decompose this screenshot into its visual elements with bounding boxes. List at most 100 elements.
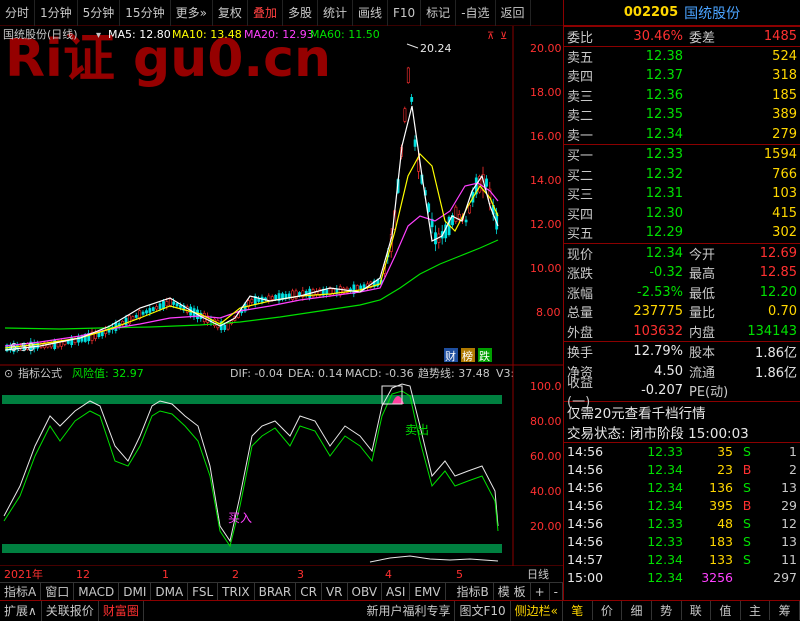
nav-zhu[interactable]: 主 xyxy=(741,601,771,620)
tab-emv[interactable]: EMV xyxy=(410,582,446,601)
candle-body xyxy=(413,139,417,147)
candle-body xyxy=(134,315,138,318)
nav-bi[interactable]: 笔 xyxy=(563,601,593,620)
y-tick: 20.00 xyxy=(530,42,562,55)
badge-die[interactable]: 跌 xyxy=(479,349,490,363)
tab-dma[interactable]: DMA xyxy=(151,582,189,601)
tab-dmi[interactable]: DMI xyxy=(119,582,152,601)
fuquan-button[interactable]: 复权 xyxy=(213,0,248,26)
nav-lian[interactable]: 联 xyxy=(682,601,712,620)
tab-brar[interactable]: BRAR xyxy=(255,582,297,601)
ask-row[interactable]: 卖四 12.37 318 xyxy=(564,66,800,86)
nav-chou[interactable]: 筹 xyxy=(770,601,800,620)
ma5-label: MA5: 12.80 xyxy=(108,28,171,41)
chevron-down-icon[interactable]: ⊻ xyxy=(500,31,507,42)
watchlist-button[interactable]: -自选 xyxy=(456,0,496,26)
bid-row[interactable]: 买二 12.32 766 xyxy=(564,165,800,185)
tab-fsl[interactable]: FSL xyxy=(188,582,219,601)
candle-body xyxy=(175,303,179,307)
zoom-out-button[interactable]: - xyxy=(550,582,563,601)
zoom-in-button[interactable]: + xyxy=(531,582,550,601)
nav-jia[interactable]: 价 xyxy=(593,601,623,620)
stock-name[interactable]: 国统股份 xyxy=(684,3,740,23)
related-quotes-button[interactable]: 关联报价 xyxy=(42,600,99,621)
ask-row[interactable]: 卖三 12.36 185 xyxy=(564,86,800,106)
bid-row[interactable]: 买三 12.31 103 xyxy=(564,184,800,204)
nav-zhi[interactable]: 值 xyxy=(711,601,741,620)
candle-body xyxy=(274,294,278,301)
candle-body xyxy=(284,294,288,299)
stats-button[interactable]: 统计 xyxy=(318,0,353,26)
badge-cai[interactable]: 财 xyxy=(445,349,456,363)
more-button[interactable]: 更多» xyxy=(171,0,213,26)
mark-button[interactable]: 标记 xyxy=(421,0,457,26)
indicator-chart[interactable]: ⊙ 指标公式 风险值: 32.97 DIF: -0.04 DEA: 0.14 M… xyxy=(0,366,563,566)
macd-value: MACD: -0.36 xyxy=(345,367,414,380)
overlay-button[interactable]: 叠加 xyxy=(248,0,283,26)
dif-value: DIF: -0.04 xyxy=(230,367,283,380)
draw-line-button[interactable]: 画线 xyxy=(353,0,388,26)
stat-row: 涨幅 -2.53% 最低 12.20 xyxy=(567,284,797,302)
y-tick: 60.00 xyxy=(530,450,562,463)
stats2-block: 换手 12.79% 股本 1.86亿 净资 4.50 流通 1.86亿 收益(一) -0.20… xyxy=(564,342,800,410)
tab-5min[interactable]: 5分钟 xyxy=(78,0,121,26)
y-tick: 80.00 xyxy=(530,415,562,428)
bid-row[interactable]: 买四 12.30 415 xyxy=(564,204,800,224)
weicha-value: 1485 xyxy=(763,28,797,44)
high-label: 20.24 xyxy=(420,42,452,55)
expand-button[interactable]: 扩展∧ xyxy=(0,600,42,621)
new-user-benefit-link[interactable]: 新用户福利专享 xyxy=(362,600,456,621)
weibi-label: 委比 xyxy=(567,30,594,46)
indicator-axis: 100.0 80.00 60.00 40.00 20.00 xyxy=(530,380,562,533)
tab-vr[interactable]: VR xyxy=(322,582,348,601)
wealth-circle-button[interactable]: 财富圈 xyxy=(99,600,144,621)
f10-button[interactable]: F10 xyxy=(388,0,422,26)
y-tick: 14.00 xyxy=(530,174,562,187)
settings-icon[interactable]: ▾ xyxy=(96,30,101,41)
candle-body xyxy=(454,206,458,222)
tab-trix[interactable]: TRIX xyxy=(218,582,255,601)
ma10-label: MA10: 13.48 xyxy=(172,28,242,41)
f10-graphic-button[interactable]: 图文F10 xyxy=(455,600,511,621)
candle-body xyxy=(250,298,254,303)
tab-template[interactable]: 模 板 xyxy=(494,582,531,601)
multi-stock-button[interactable]: 多股 xyxy=(283,0,318,26)
candle-body xyxy=(155,306,159,310)
trend-value: 趋势线: 37.48 xyxy=(418,366,490,380)
back-button[interactable]: 返回 xyxy=(496,0,531,26)
candle-body xyxy=(270,296,274,300)
candle-body xyxy=(464,219,468,223)
sidebar-toggle-button[interactable]: 侧边栏« xyxy=(511,600,563,621)
tab-indicator-b[interactable]: 指标B xyxy=(453,582,494,601)
nav-xi[interactable]: 细 xyxy=(622,601,652,620)
ask-row[interactable]: 卖二 12.35 389 xyxy=(564,105,800,125)
tab-fenshi[interactable]: 分时 xyxy=(0,0,36,26)
nav-shi[interactable]: 势 xyxy=(652,601,682,620)
tab-window[interactable]: 窗口 xyxy=(41,582,75,601)
v3-value: V3: xyxy=(496,367,514,380)
tab-1min[interactable]: 1分钟 xyxy=(35,0,78,26)
gear-icon[interactable]: ⊙ xyxy=(4,367,13,380)
chevron-up-icon[interactable]: ⊼ xyxy=(487,31,494,42)
candle-body xyxy=(148,308,152,313)
stat-row: 涨跌 -0.32 最高 12.85 xyxy=(567,265,797,283)
tab-asi[interactable]: ASI xyxy=(382,582,411,601)
tab-macd[interactable]: MACD xyxy=(74,582,120,601)
bid-row[interactable]: 买五 12.29 302 xyxy=(564,223,800,243)
bid-row[interactable]: 买一 12.33 1594 xyxy=(564,145,800,165)
tab-indicator-a[interactable]: 指标A xyxy=(0,582,42,601)
risk-value: 风险值: 32.97 xyxy=(72,366,144,380)
ask-row[interactable]: 卖五 12.38 524 xyxy=(564,47,800,67)
period-label[interactable]: 日线 xyxy=(527,567,549,581)
ask-row[interactable]: 卖一 12.34 279 xyxy=(564,125,800,145)
badge-bang[interactable]: 榜 xyxy=(462,349,473,363)
candles xyxy=(5,66,499,355)
stat-row: 总量 237775 量比 0.70 xyxy=(567,304,797,322)
tab-obv[interactable]: OBV xyxy=(348,582,383,601)
candle-body xyxy=(63,341,67,345)
tab-15min[interactable]: 15分钟 xyxy=(120,0,171,26)
promo-link[interactable]: 仅需20元查看千档行情 xyxy=(564,402,800,422)
kline-chart[interactable]: Ri证 gu0.cn 国统股份(日线) ▾ MA5: 12.80 MA10: 1… xyxy=(0,26,563,366)
tab-cr[interactable]: CR xyxy=(296,582,322,601)
lower-band xyxy=(2,544,502,553)
